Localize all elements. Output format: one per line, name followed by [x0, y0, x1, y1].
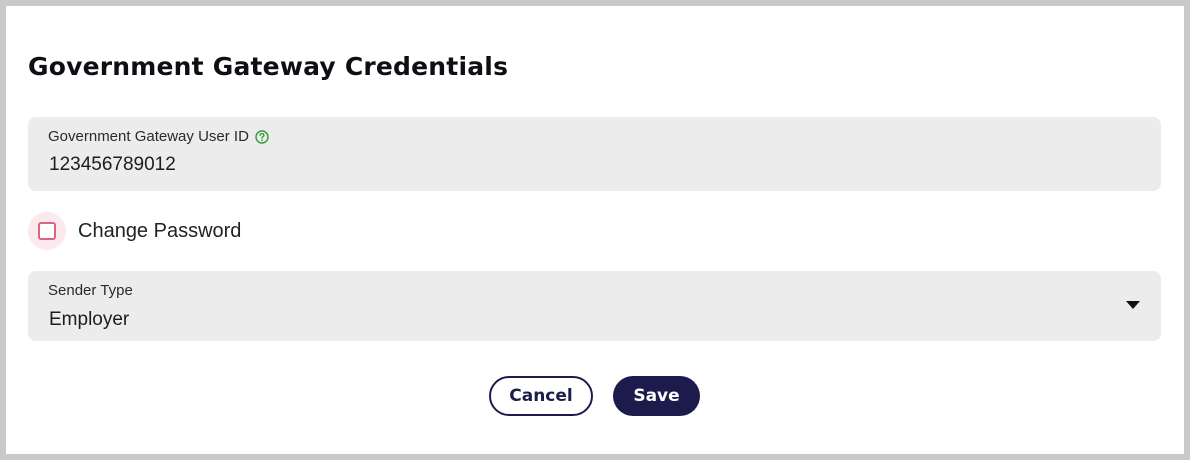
save-button[interactable]: Save [613, 376, 700, 416]
credentials-dialog: Government Gateway Credentials Governmen… [6, 6, 1184, 454]
user-id-input[interactable] [49, 154, 1049, 176]
sender-type-label: Sender Type [48, 282, 133, 299]
sender-type-select[interactable]: Sender Type Employer [28, 271, 1161, 341]
checkbox-box [38, 222, 56, 240]
change-password-checkbox-row[interactable]: Change Password [28, 212, 241, 250]
caret-down-icon[interactable] [1126, 301, 1140, 309]
cancel-button[interactable]: Cancel [489, 376, 593, 416]
change-password-label[interactable]: Change Password [78, 220, 241, 243]
question-circle-icon[interactable] [255, 129, 269, 144]
user-id-label-row: Government Gateway User ID [48, 128, 269, 145]
user-id-label: Government Gateway User ID [48, 128, 249, 145]
user-id-field[interactable]: Government Gateway User ID [28, 117, 1161, 191]
change-password-checkbox[interactable] [28, 212, 66, 250]
sender-type-value: Employer [49, 309, 130, 330]
dialog-title: Government Gateway Credentials [28, 52, 509, 81]
